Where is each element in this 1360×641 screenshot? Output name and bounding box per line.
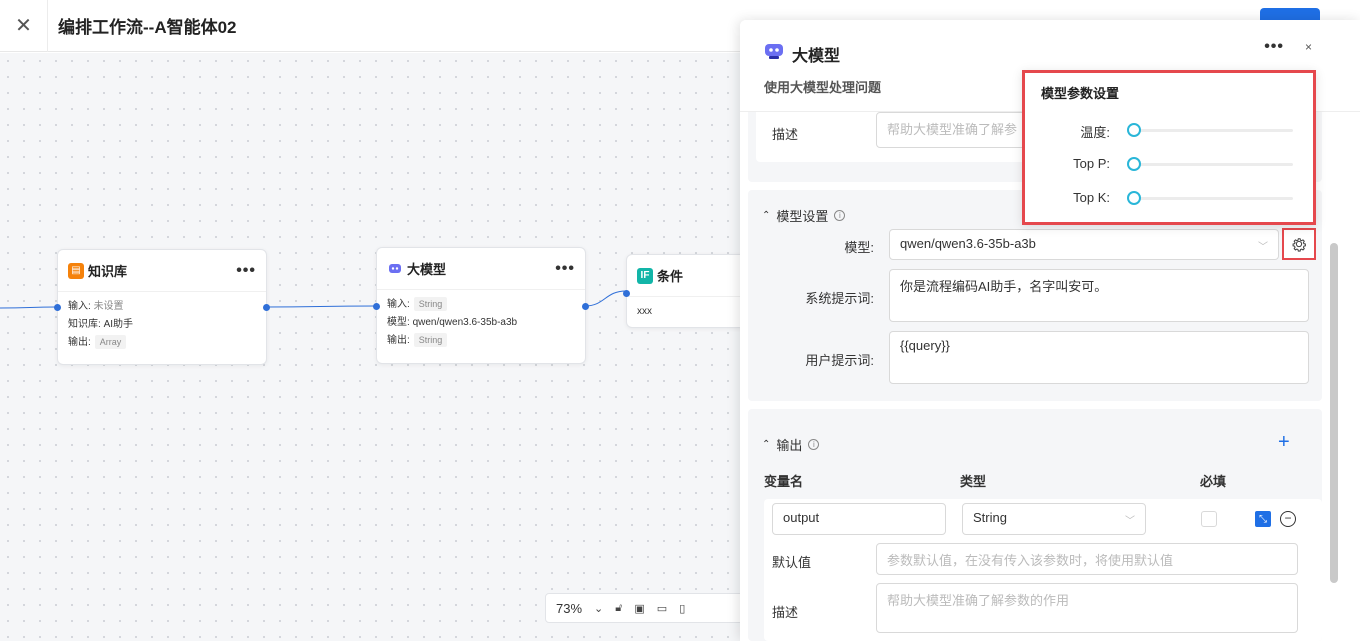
col-var-name: 变量名 [764, 474, 804, 489]
input-value: 未设置 [93, 301, 124, 312]
default-label: 默认值 [772, 555, 812, 570]
topk-track[interactable] [1129, 197, 1293, 200]
knowledge-node[interactable]: ▤ 知识库 ••• 输入: 未设置 知识库: AI助手 输出: Array [54, 249, 270, 365]
output-section: ⌃ 输出 i + 变量名 类型 必填 output String ﹀ ⤡ − 默… [748, 409, 1322, 641]
model-label: 模型: [387, 317, 410, 328]
input-tag: String [413, 297, 448, 311]
type-select[interactable]: String ﹀ [962, 503, 1146, 535]
input-label: 输入: [387, 299, 410, 310]
topk-slider[interactable] [1127, 191, 1141, 205]
more-icon[interactable]: ••• [1264, 38, 1284, 56]
chevron-down-icon[interactable]: ⌄ [594, 602, 603, 615]
output-desc-input[interactable]: 帮助大模型准确了解参数的作用 [876, 583, 1298, 633]
temperature-label: 温度: [1080, 125, 1110, 140]
layout-icon[interactable]: ▯ [679, 602, 685, 615]
model-label: 模型: [844, 240, 874, 255]
info-icon: i [834, 210, 846, 221]
topp-slider[interactable] [1127, 157, 1141, 171]
input-port[interactable] [373, 303, 380, 310]
model-value: qwen/qwen3.6-35b-a3b [412, 317, 518, 328]
col-required: 必填 [1200, 474, 1227, 489]
more-icon[interactable]: ••• [555, 260, 575, 278]
kb-label: 知识库: [68, 319, 101, 330]
collapse-icon[interactable]: ⌃ [762, 210, 770, 221]
remove-icon[interactable]: − [1280, 511, 1296, 527]
condition-node[interactable]: IF 条件 xxx [623, 254, 756, 328]
close-icon[interactable]: × [1305, 40, 1312, 54]
robot-icon [387, 260, 403, 277]
kb-value: AI助手 [103, 319, 134, 330]
chevron-down-icon: ﹀ [1125, 516, 1135, 527]
temperature-slider[interactable] [1127, 123, 1141, 137]
desc-label: 描述 [772, 127, 799, 142]
system-prompt-textarea[interactable]: 你是流程编码AI助手，名字叫安可。 [889, 269, 1309, 322]
gear-icon [1292, 238, 1306, 252]
add-output-button[interactable]: + [1278, 431, 1290, 454]
popup-title: 模型参数设置 [1041, 86, 1120, 101]
collapse-arrows-icon[interactable]: ⤡ [1255, 511, 1271, 527]
collapse-icon[interactable]: ⌃ [762, 439, 770, 450]
info-icon: i [808, 439, 820, 450]
output-tag: Array [94, 335, 127, 349]
edge-in [0, 306, 57, 309]
panel-title: 大模型 [792, 48, 841, 65]
topp-row: Top P: [1025, 154, 1315, 174]
node-title: 知识库 [88, 264, 128, 279]
temperature-row: 温度: [1025, 120, 1315, 140]
image-icon[interactable]: ▣ [634, 602, 644, 615]
output-title[interactable]: ⌃ 输出 i [762, 435, 820, 454]
output-label: 输出: [68, 337, 91, 348]
model-params-button[interactable] [1282, 228, 1316, 260]
required-checkbox[interactable] [1201, 511, 1217, 527]
output-tag: String [413, 333, 448, 347]
output-label: 输出: [387, 335, 410, 346]
model-settings-title[interactable]: ⌃ 模型设置 i [762, 206, 846, 225]
model-params-popup: 模型参数设置 温度: Top P: Top K: [1022, 70, 1316, 225]
system-prompt-label: 系统提示词: [805, 291, 874, 306]
edge-llm-cond [584, 290, 627, 307]
topk-label: Top K: [1073, 190, 1110, 205]
temperature-track[interactable] [1129, 129, 1293, 132]
llm-node[interactable]: 大模型 ••• 输入: String 模型: qwen/qwen3.6-35b-a… [373, 247, 589, 364]
output-port[interactable] [263, 304, 270, 311]
model-select-value: qwen/qwen3.6-35b-a3b [900, 236, 1036, 251]
if-icon: IF [637, 267, 653, 284]
edge-kb-llm [265, 305, 377, 308]
panel-scrollbar[interactable] [1330, 243, 1338, 583]
topp-track[interactable] [1129, 163, 1293, 166]
user-prompt-textarea[interactable]: {{query}} [889, 331, 1309, 384]
user-prompt-label: 用户提示词: [805, 353, 874, 368]
output-desc-label: 描述 [772, 605, 799, 620]
var-name-input[interactable]: output [772, 503, 946, 535]
section-title-text: 模型设置 [776, 209, 829, 224]
more-icon[interactable]: ••• [236, 262, 256, 280]
default-input[interactable]: 参数默认值，在没有传入该参数时，将使用默认值 [876, 543, 1298, 575]
input-port[interactable] [623, 290, 630, 297]
fit-view-icon[interactable]: ▭ [657, 602, 667, 615]
robot-icon [765, 44, 783, 59]
close-icon[interactable]: ✕ [0, 0, 48, 52]
output-port[interactable] [582, 303, 589, 310]
col-type: 类型 [960, 474, 987, 489]
topp-label: Top P: [1073, 156, 1110, 171]
input-label: 输入: [68, 301, 91, 312]
lock-icon[interactable]: 🔓︎ [615, 602, 622, 615]
section-title-text: 输出 [776, 438, 803, 453]
topk-row: Top K: [1025, 188, 1315, 208]
zoom-level[interactable]: 73% [556, 601, 582, 616]
node-title: 大模型 [407, 262, 447, 277]
book-icon: ▤ [68, 262, 84, 279]
page-title: 编排工作流--A智能体02 [58, 18, 237, 37]
type-select-value: String [973, 510, 1007, 525]
chevron-down-icon: ﹀ [1258, 242, 1268, 253]
model-select[interactable]: qwen/qwen3.6-35b-a3b ﹀ [889, 229, 1279, 260]
panel-subtitle: 使用大模型处理问题 [764, 80, 882, 95]
node-title: 条件 [657, 269, 684, 284]
zoom-toolbar: 73% ⌄ 🔓︎ ▣ ▭ ▯ [545, 593, 745, 623]
condition-body: xxx [637, 306, 652, 317]
input-port[interactable] [54, 304, 61, 311]
